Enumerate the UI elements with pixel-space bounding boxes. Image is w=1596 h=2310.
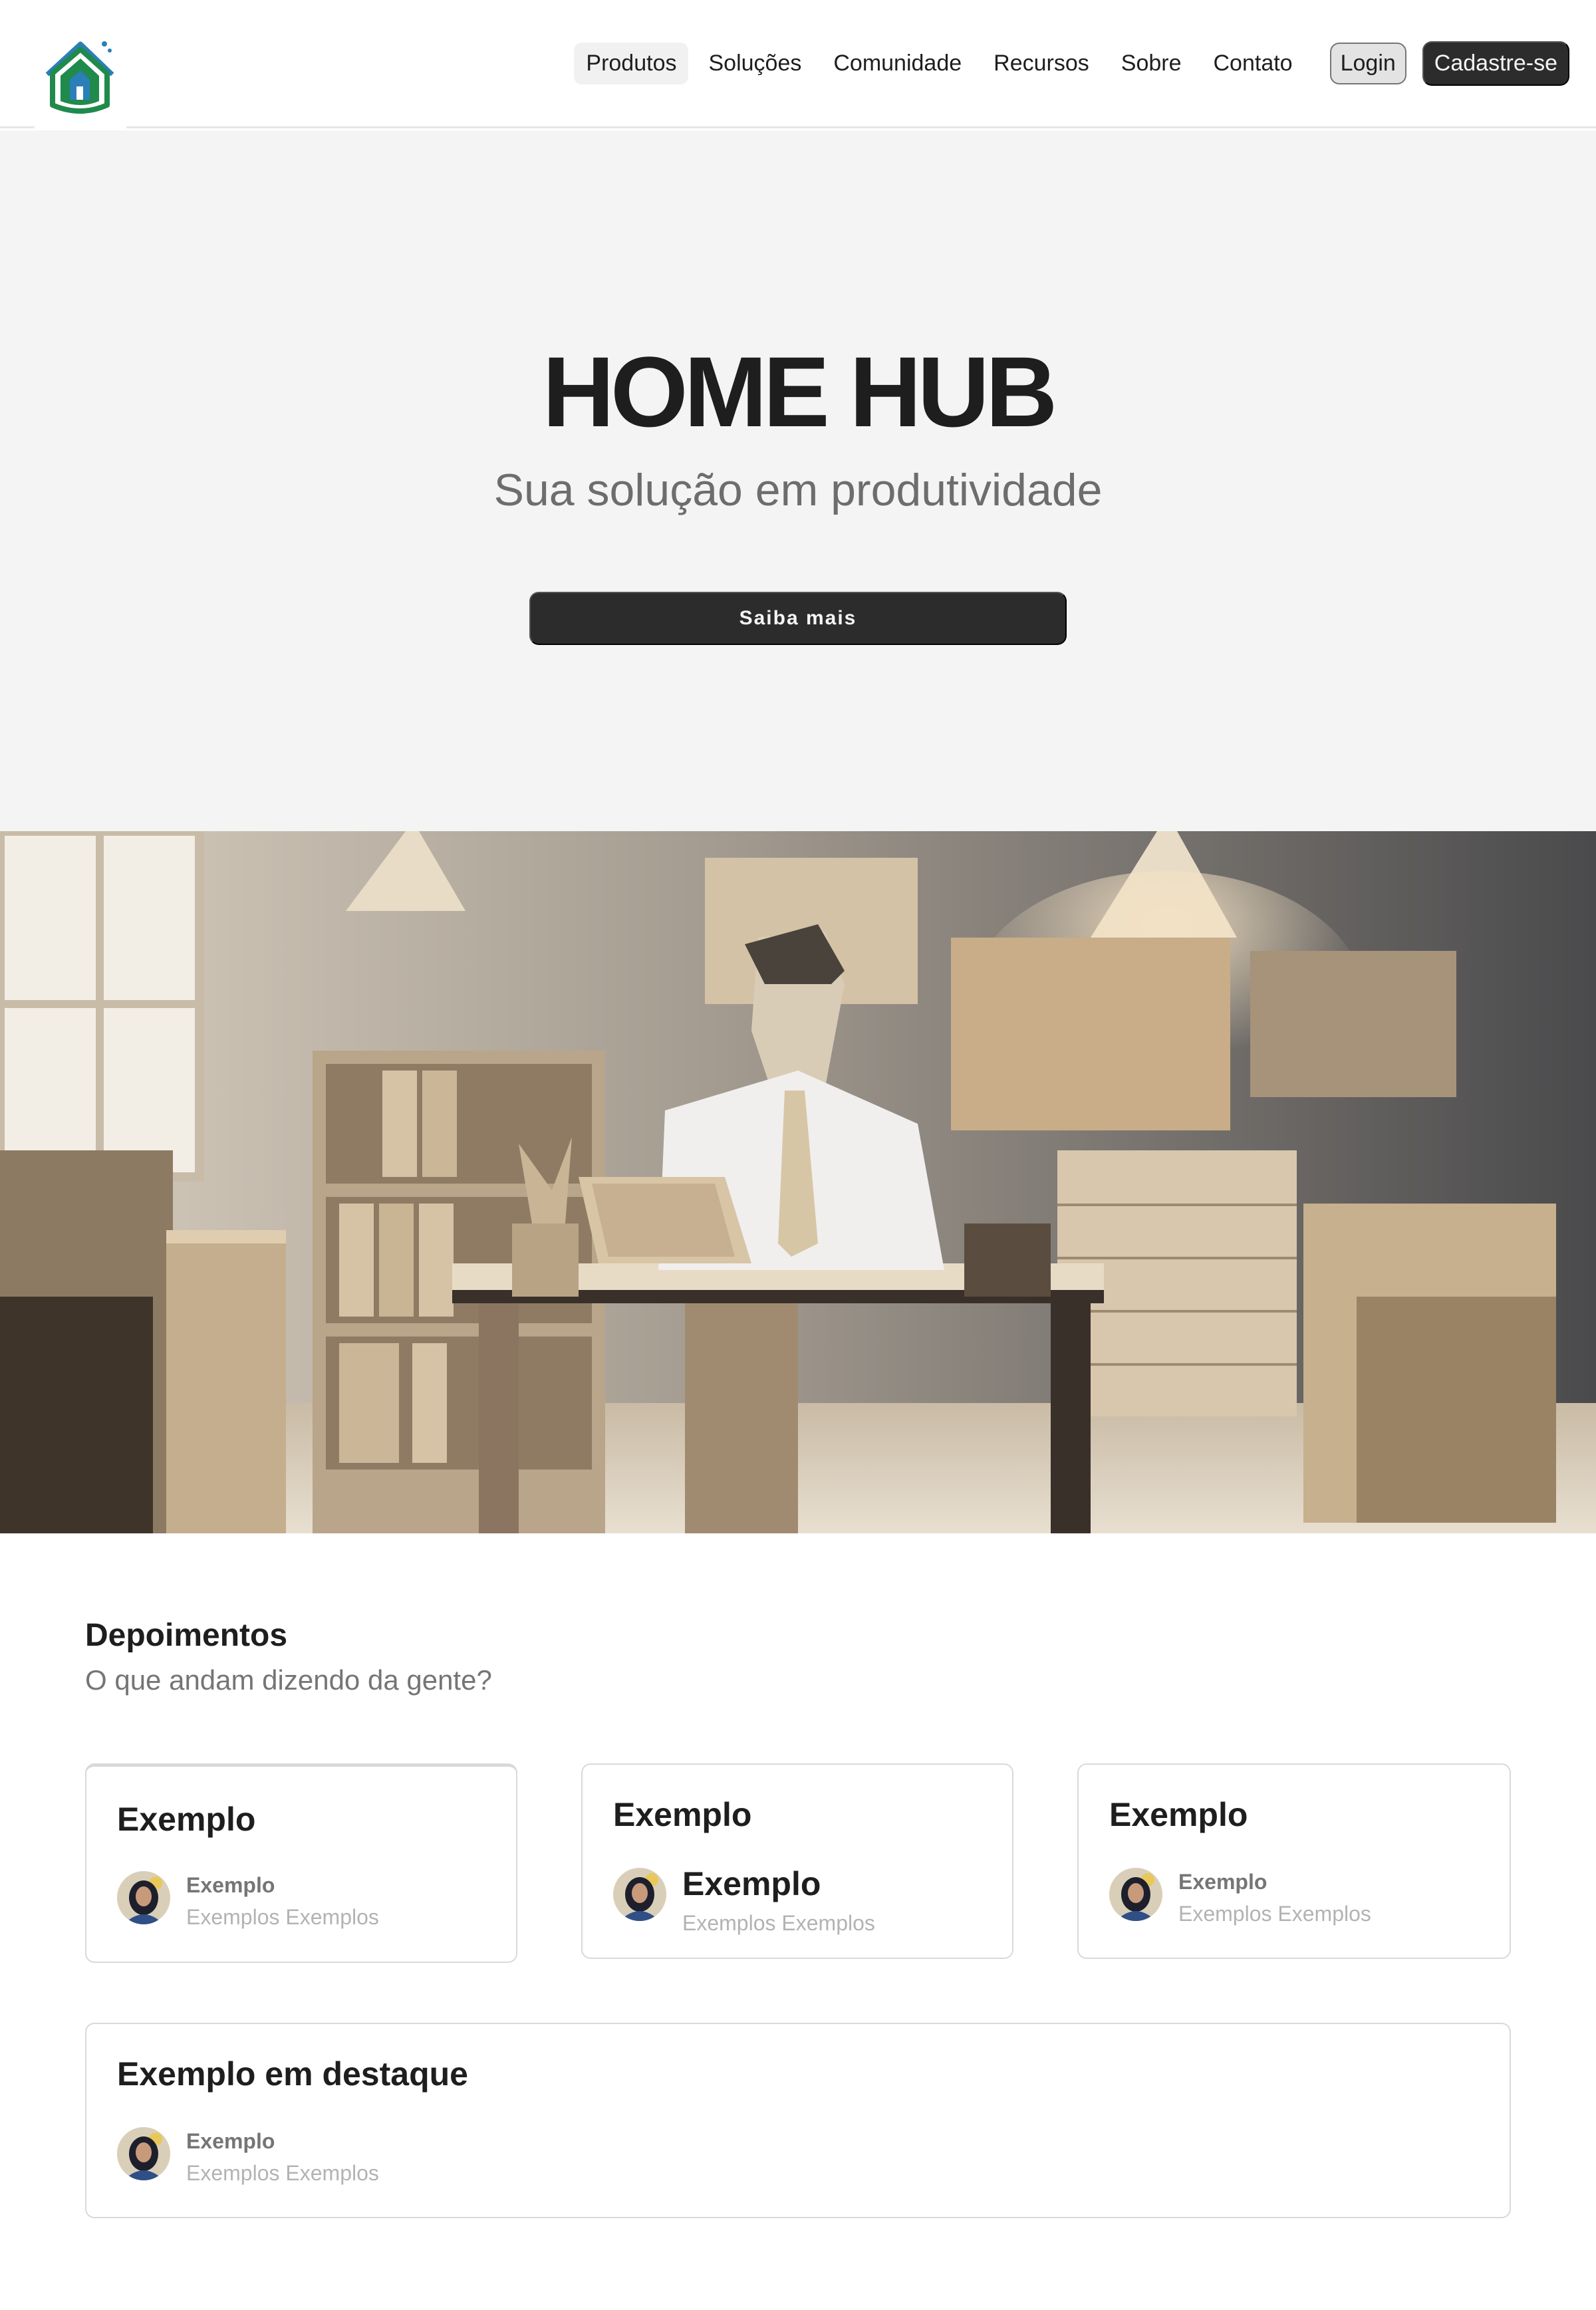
house-logo-icon [45, 41, 114, 114]
testimonial-author: Exemplo [186, 1873, 275, 1897]
papercraft-office-illustration [0, 831, 1596, 1533]
testimonials-subtitle: O que andam dizendo da gente? [85, 1664, 492, 1696]
testimonial-quote: Exemplo [1109, 1796, 1248, 1833]
testimonial-role: Exemplos Exemplos [682, 1911, 875, 1935]
nav-item-sobre[interactable]: Sobre [1109, 43, 1194, 84]
testimonial-role: Exemplos Exemplos [1178, 1902, 1371, 1926]
nav-item-solucoes[interactable]: Soluções [696, 43, 813, 84]
avatar [1109, 1868, 1162, 1921]
featured-quote: Exemplo em destaque [117, 2055, 468, 2093]
featured-author: Exemplo [186, 2129, 275, 2153]
testimonials-title: Depoimentos [85, 1618, 288, 1653]
testimonial-card: Exemplo Exemplo Exemplos Exemplos [581, 1763, 1013, 1959]
testimonial-author: Exemplo [682, 1865, 821, 1902]
nav-item-produtos[interactable]: Produtos [574, 43, 689, 84]
testimonial-author: Exemplo [1178, 1870, 1267, 1894]
avatar-image-icon [117, 2127, 170, 2180]
login-button[interactable]: Login [1329, 43, 1406, 84]
avatar-image-icon [117, 1871, 170, 1924]
hero-title: HOME HUB [542, 336, 1058, 448]
avatar [613, 1868, 666, 1921]
avatar [117, 1871, 170, 1924]
testimonial-card: Exemplo Exemplo Exemplos Exemplos [85, 1763, 517, 1963]
testimonial-card: Exemplo Exemplo Exemplos Exemplos [1077, 1763, 1511, 1959]
nav-item-recursos[interactable]: Recursos [982, 43, 1101, 84]
learn-more-button[interactable]: Saiba mais [529, 592, 1067, 645]
featured-role: Exemplos Exemplos [186, 2161, 379, 2185]
avatar-image-icon [613, 1868, 666, 1921]
logo[interactable] [35, 27, 126, 129]
featured-testimonial-card: Exemplo em destaque Exemplo Exemplos Exe… [85, 2023, 1511, 2218]
avatar [117, 2127, 170, 2180]
main-nav: Produtos Soluções Comunidade Recursos So… [566, 41, 1569, 86]
hero-subtitle: Sua solução em produtividade [493, 465, 1103, 515]
hero-section: HOME HUB Sua solução em produtividade Sa… [0, 130, 1596, 831]
nav-item-contato[interactable]: Contato [1202, 43, 1305, 84]
nav-item-comunidade[interactable]: Comunidade [821, 43, 974, 84]
testimonial-role: Exemplos Exemplos [186, 1905, 379, 1929]
testimonial-quote: Exemplo [117, 1801, 256, 1838]
avatar-image-icon [1109, 1868, 1162, 1921]
testimonial-quote: Exemplo [613, 1796, 752, 1833]
signup-button[interactable]: Cadastre-se [1422, 41, 1569, 86]
hero-image [0, 831, 1596, 1533]
site-header: Produtos Soluções Comunidade Recursos So… [0, 0, 1596, 129]
